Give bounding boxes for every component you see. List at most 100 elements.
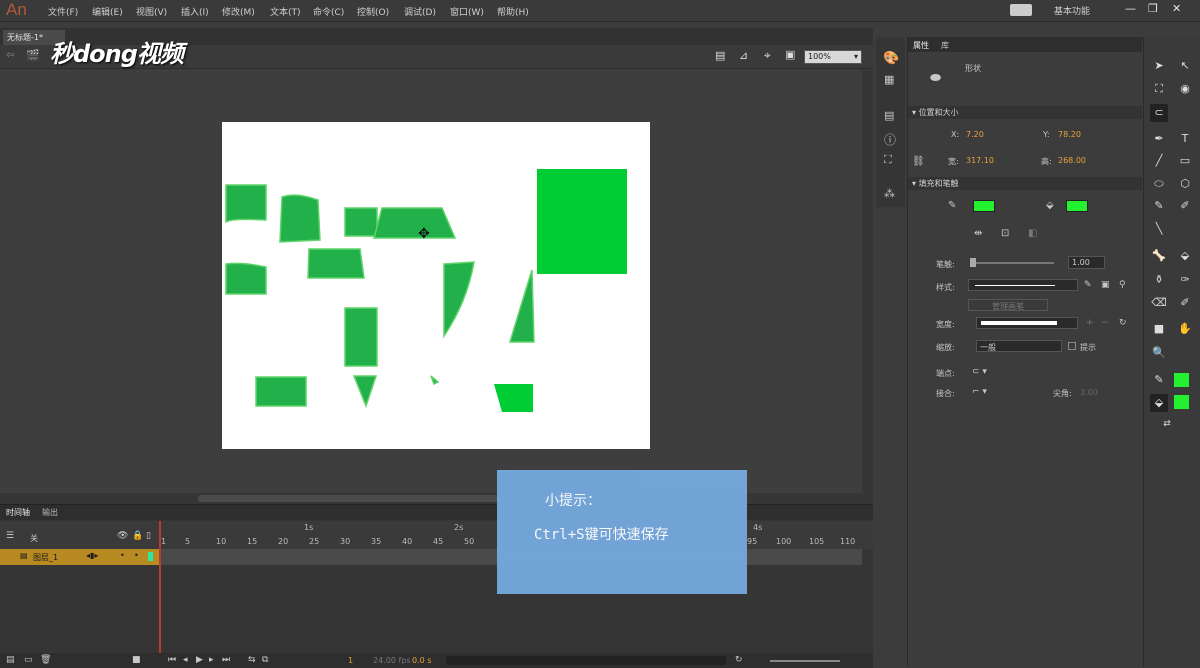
swap-colors-icon[interactable]: ⇄ [1158,415,1176,433]
new-folder-icon[interactable]: ▭ [24,655,33,665]
stage-shapes[interactable] [222,122,650,449]
rectangle-tool-icon[interactable]: ▭ [1176,152,1194,170]
polystar-tool-icon[interactable]: ⬡ [1176,175,1194,193]
stroke-color-swatch[interactable] [973,200,995,212]
last-frame-icon[interactable]: ⏭ [222,655,230,665]
paint-bucket-icon[interactable]: ⬙ [1176,247,1194,265]
layer-color-swatch[interactable] [148,552,153,561]
play-icon[interactable]: ▶ [196,655,203,665]
menu-modify[interactable]: 修改(M) [222,5,255,18]
menu-view[interactable]: 视图(V) [136,5,167,18]
eye-icon[interactable]: 👁 [117,531,128,541]
manage-brush-button[interactable]: 管理画笔 [968,299,1048,311]
paint-brush-icon[interactable]: ╲ [1150,220,1168,238]
x-value[interactable]: 7.20 [966,130,984,139]
eyedropper-icon[interactable]: ✑ [1176,271,1194,289]
vertical-scrollbar[interactable] [862,70,873,494]
align-icon[interactable]: ▤ [884,109,894,122]
width-value[interactable]: 317.10 [966,156,994,165]
playhead[interactable] [159,521,161,653]
tab-properties[interactable]: 属性 [913,40,929,51]
tool-fill-color-swatch[interactable] [1174,395,1189,409]
free-transform-icon[interactable]: ⛶ [1150,80,1168,98]
tab-timeline[interactable]: 时间轴 [6,507,30,518]
timeline-scrollbar[interactable] [446,656,726,665]
default-colors-icon[interactable]: ◧ [1028,228,1037,239]
camera-tool-icon[interactable]: ■ [1150,320,1168,338]
onion-skin-icon[interactable]: ⧉ [262,655,268,665]
layer-name[interactable]: 图层_1 [33,552,58,563]
edit-scene-icon[interactable]: ▤ [715,49,725,62]
loop-icon[interactable]: ⇆ [248,655,256,665]
sync-settings-icon[interactable] [1010,4,1032,16]
menu-text[interactable]: 文本(T) [270,5,301,18]
oval-tool-icon[interactable]: ⬭ [1150,175,1168,193]
lock-icon[interactable]: 🔒 [132,531,143,541]
scale-select[interactable]: 一般 [976,340,1062,352]
lock-dot-icon[interactable]: • [134,551,139,560]
selection-tool-icon[interactable]: ➤ [1150,57,1168,75]
menu-insert[interactable]: 插入(I) [181,5,209,18]
camera-icon[interactable]: ■ [132,655,141,665]
cap-select[interactable]: ⊂ ▾ [972,367,987,377]
add-width-icon[interactable]: + [1086,318,1094,328]
pasteboard[interactable]: ✥ [0,70,862,493]
timeline-zoom-slider[interactable] [770,660,840,662]
miter-value[interactable]: 3.00 [1080,388,1098,397]
new-layer-icon[interactable]: ▤ [6,655,15,665]
zoom-select[interactable]: 100% ▾ [804,50,862,64]
center-frame-icon[interactable]: ↻ [735,655,743,665]
minimize-icon[interactable]: — [1125,2,1136,15]
next-frame-icon[interactable]: ▸ [209,655,214,665]
back-arrow-icon[interactable]: ⇦ [6,50,14,61]
edit-style-icon[interactable]: ✎ [1084,280,1092,290]
menu-edit[interactable]: 编辑(E) [92,5,123,18]
eraser-tool-icon[interactable]: ⌫ [1150,294,1168,312]
close-icon[interactable]: ✕ [1172,2,1181,15]
prev-frame-icon[interactable]: ◂ [183,655,188,665]
height-value[interactable]: 268.00 [1058,156,1086,165]
style-select[interactable] [968,279,1078,291]
stroke-slider-thumb[interactable] [970,258,976,267]
y-value[interactable]: 78.20 [1058,130,1081,139]
brush-tool-icon[interactable]: ✐ [1176,197,1194,215]
hinting-checkbox[interactable] [1068,342,1076,350]
tool-stroke-color-swatch[interactable] [1174,373,1189,387]
subselection-tool-icon[interactable]: ↖ [1176,57,1194,75]
join-select[interactable]: ⌐ ▾ [972,387,987,397]
fps[interactable]: 24.00 fps [373,656,411,665]
lasso-tool-icon[interactable]: ⊂ [1150,104,1168,122]
3d-rotation-icon[interactable]: ◉ [1176,80,1194,98]
fill-color-swatch[interactable] [1066,200,1088,212]
no-color-icon[interactable]: ⊡ [1001,228,1009,239]
text-tool-icon[interactable]: T [1176,130,1194,148]
brush-library-icon[interactable]: ⚲ [1119,280,1126,290]
link-icon[interactable]: ⛓ [912,156,925,167]
outline-icon[interactable]: ▯ [146,531,151,541]
bone-tool-icon[interactable]: 🦴 [1150,247,1168,265]
pen-tool-icon[interactable]: ✒ [1150,130,1168,148]
workspace-switcher[interactable]: 基本功能 [1054,4,1090,17]
line-tool-icon[interactable]: ╱ [1150,152,1168,170]
current-frame[interactable]: 1 [348,656,353,665]
clip-stage-icon[interactable]: ▣ [785,48,795,61]
swap-colors-icon[interactable]: ⇹ [974,228,982,239]
edit-symbol-icon[interactable]: ⊿ [739,49,748,62]
info-icon[interactable]: ⓘ [884,131,896,148]
reset-width-icon[interactable]: ↻ [1119,318,1127,328]
menu-window[interactable]: 窗口(W) [450,5,484,18]
color-icon[interactable]: 🎨 [883,51,899,66]
section-position-size[interactable]: ▾ 位置和大小 [908,106,1142,119]
restore-icon[interactable]: ❐ [1148,2,1158,15]
components-icon[interactable]: ⁂ [884,187,895,200]
menu-help[interactable]: 帮助(H) [497,5,529,18]
visibility-dot-icon[interactable]: • [120,551,125,560]
pencil-tool-icon[interactable]: ✎ [1150,197,1168,215]
delete-icon[interactable]: 🗑 [40,655,51,665]
stroke-value[interactable]: 1.00 [1068,256,1105,269]
swatches-icon[interactable]: ▦ [884,73,894,86]
center-stage-icon[interactable]: ⌖ [764,48,771,63]
tab-library[interactable]: 库 [941,40,949,51]
transform-icon[interactable]: ⛶ [884,153,892,167]
stage-canvas[interactable] [222,122,650,449]
